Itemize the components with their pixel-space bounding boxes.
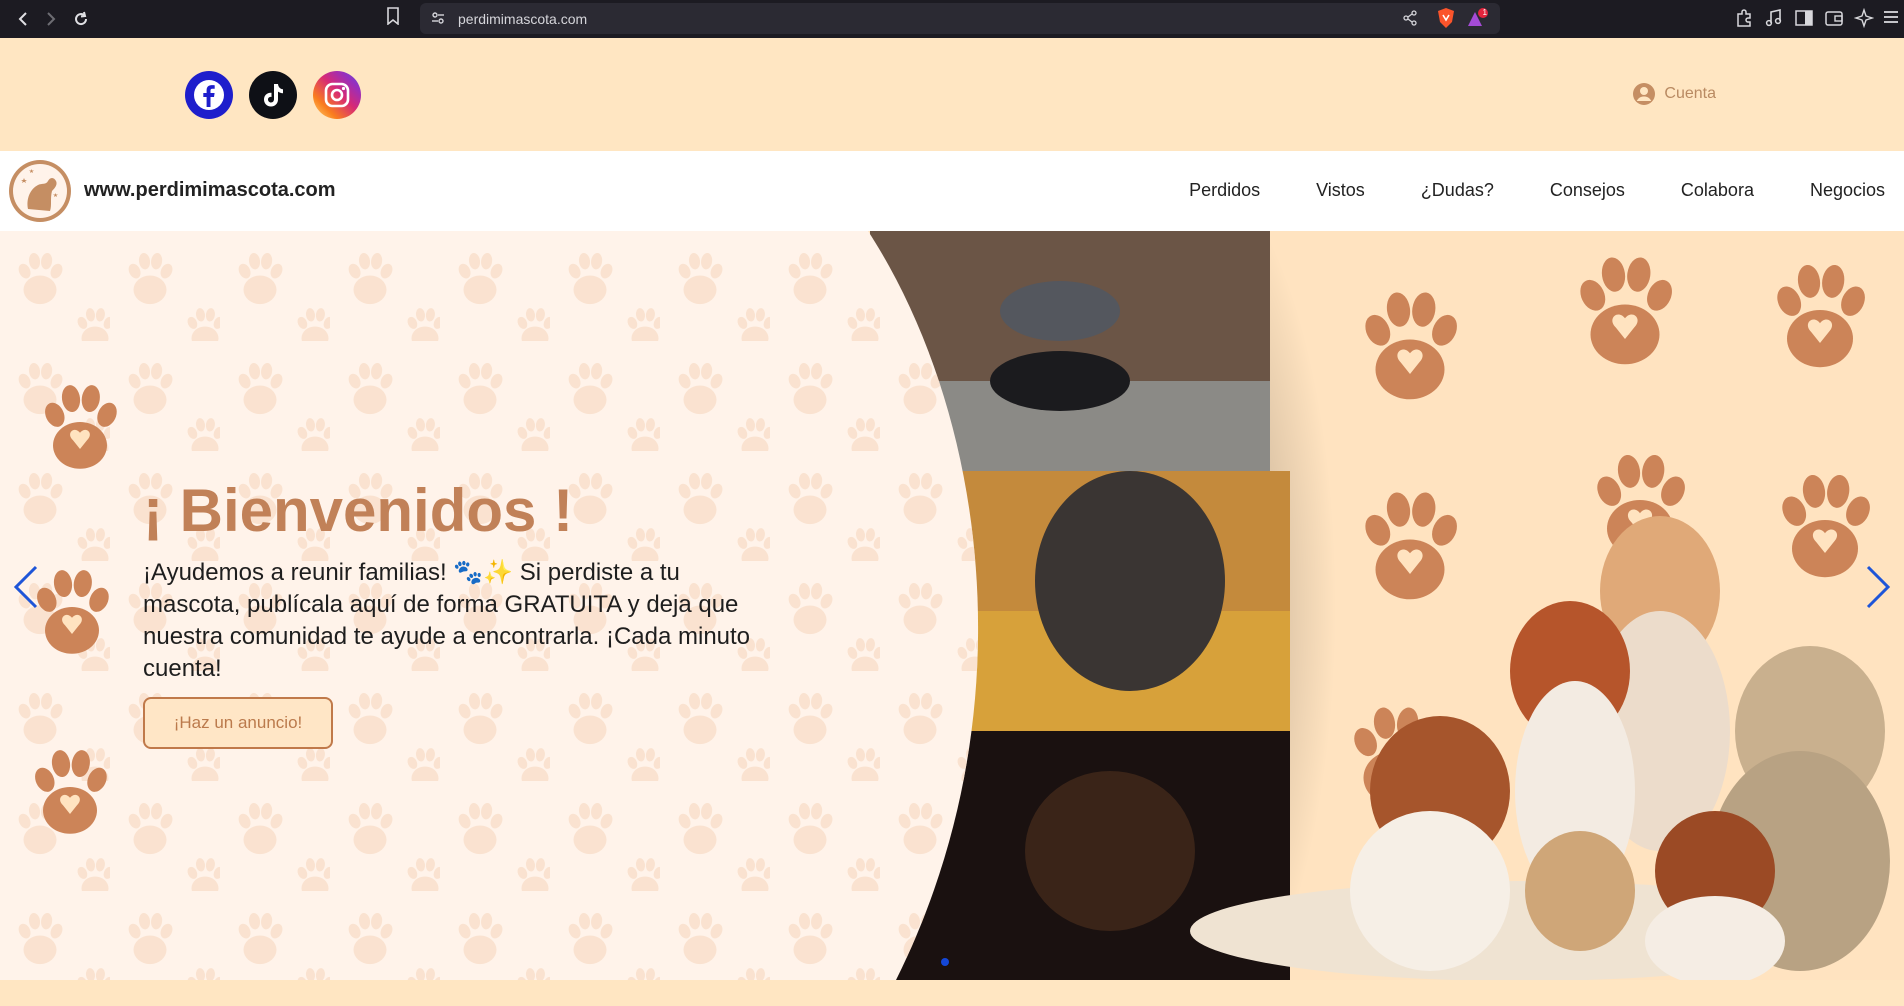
create-ad-button[interactable]: ¡Haz un anuncio! [143,697,333,749]
account-link[interactable]: Cuenta [1632,82,1716,106]
user-icon [1633,83,1656,105]
carousel-next-icon[interactable] [1858,561,1898,613]
facebook-icon[interactable] [185,71,233,119]
notification-count: 1 [1482,8,1487,17]
hero-title: ¡ Bienvenidos ! [143,477,574,544]
account-label: Cuenta [1664,85,1716,102]
url-text: perdimimascota.com [458,10,588,27]
sidebar-icon[interactable] [1794,8,1816,30]
nav-item-perdidos[interactable]: Perdidos [1189,180,1260,201]
forward-icon[interactable] [38,6,64,32]
site-info-icon[interactable] [430,10,448,28]
tiktok-icon[interactable] [249,71,297,119]
carousel-indicator[interactable] [941,958,949,966]
carousel-prev-icon[interactable] [6,561,46,613]
nav-item-negocios[interactable]: Negocios [1810,180,1885,201]
nav-item-colabora[interactable]: Colabora [1681,180,1754,201]
media-icon[interactable] [1764,8,1786,30]
brave-shield-icon[interactable] [1436,7,1456,34]
browser-toolbar: perdimimascota.com 1 [0,0,1904,38]
brand-name[interactable]: www.perdimimascota.com [84,179,336,202]
back-icon[interactable] [10,6,36,32]
instagram-icon[interactable] [313,71,361,119]
address-bar[interactable]: perdimimascota.com 1 [420,3,1500,34]
page-bottom-strip [0,980,1904,1006]
brave-rewards-icon[interactable]: 1 [1466,8,1490,35]
nav-item-consejos[interactable]: Consejos [1550,180,1625,201]
bookmark-icon[interactable] [386,7,406,31]
social-header: Cuenta [0,38,1904,151]
extensions-icon[interactable] [1734,8,1756,30]
nav-item-dudas[interactable]: ¿Dudas? [1421,180,1494,201]
reload-icon[interactable] [68,6,94,32]
main-navbar: www.perdimimascota.com Perdidos Vistos ¿… [0,151,1904,231]
nav-item-vistos[interactable]: Vistos [1316,180,1365,201]
wallet-icon[interactable] [1824,8,1846,30]
menu-icon[interactable] [1882,8,1904,30]
share-icon[interactable] [1402,10,1418,31]
site-logo[interactable] [8,159,72,223]
hero-carousel: ¡ Bienvenidos ! ¡Ayudemos a reunir famil… [0,231,1904,980]
hero-intro: ¡Ayudemos a reunir familias! 🐾✨ Si perdi… [143,559,751,682]
leo-ai-icon[interactable] [1853,7,1876,30]
nav-menu: Perdidos Vistos ¿Dudas? Consejos Colabor… [1189,180,1885,201]
